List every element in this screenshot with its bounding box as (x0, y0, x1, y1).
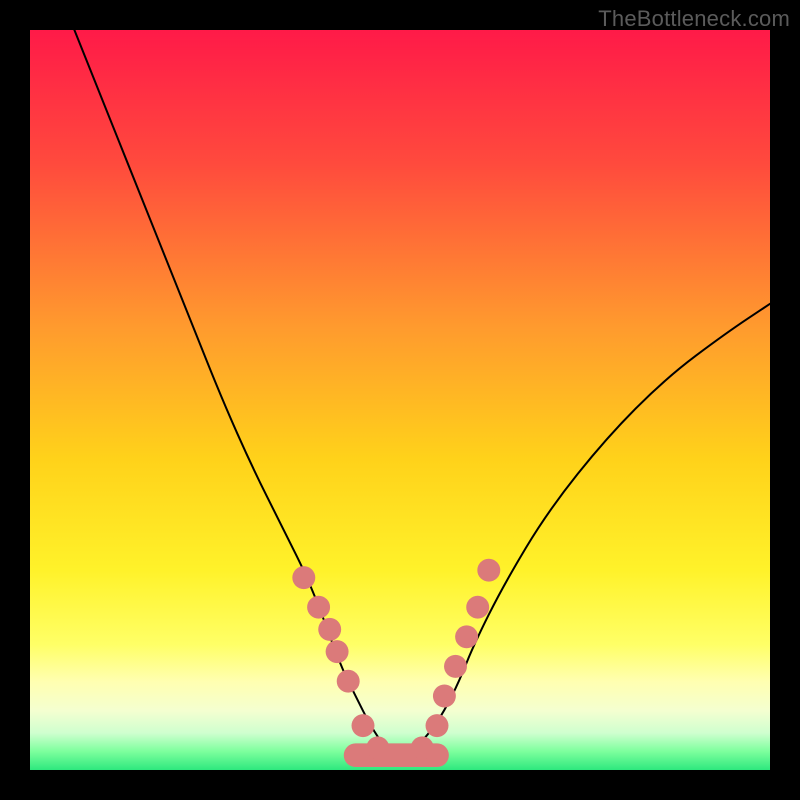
chart-frame: TheBottleneck.com (0, 0, 800, 800)
left-curve (74, 30, 400, 755)
data-marker (455, 625, 478, 648)
curve-layer (30, 30, 770, 770)
data-marker (318, 618, 341, 641)
data-marker (337, 670, 360, 693)
plot-area (30, 30, 770, 770)
data-marker (292, 566, 315, 589)
data-marker (307, 596, 330, 619)
data-marker (411, 736, 434, 759)
watermark-text: TheBottleneck.com (598, 6, 790, 32)
data-marker (444, 655, 467, 678)
marker-group (292, 559, 500, 767)
data-marker (326, 640, 349, 663)
data-marker (352, 714, 375, 737)
data-marker (426, 714, 449, 737)
data-marker (477, 559, 500, 582)
data-marker (433, 685, 456, 708)
right-curve (400, 304, 770, 755)
data-marker (466, 596, 489, 619)
